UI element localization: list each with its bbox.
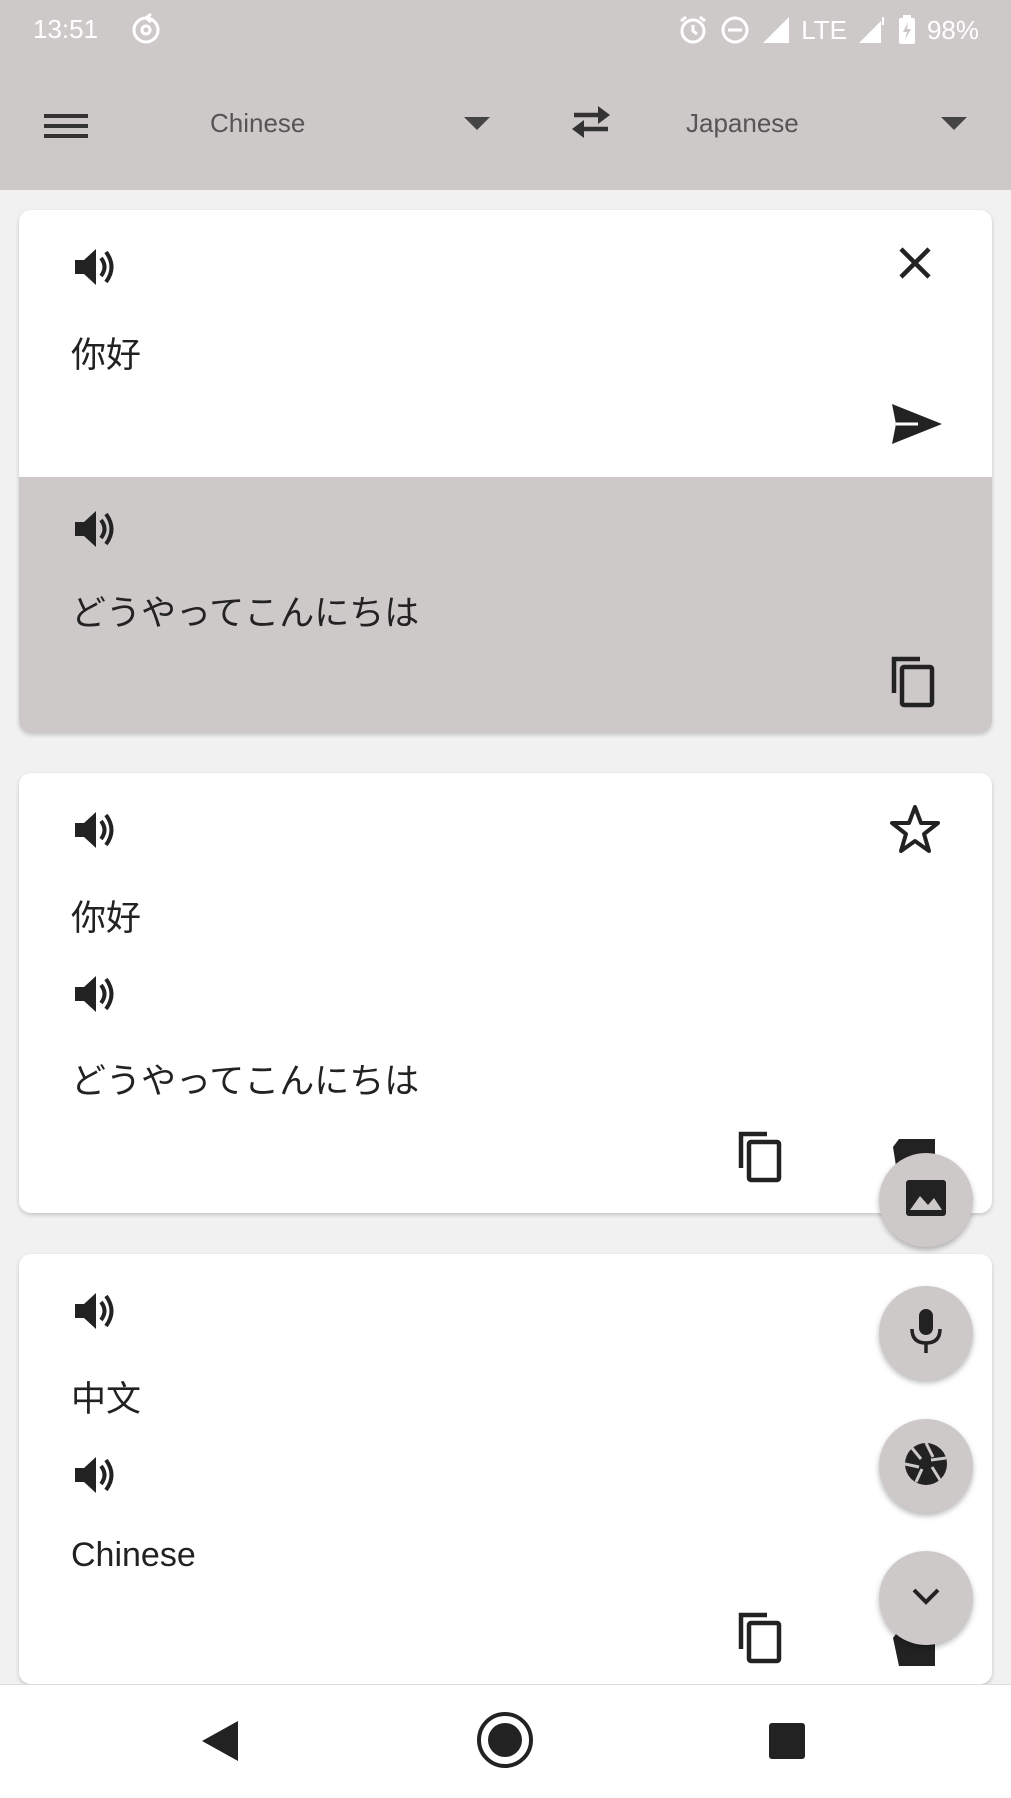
- sync-icon: [128, 11, 164, 47]
- signal-icon: [857, 15, 887, 45]
- do-not-disturb-icon: [719, 14, 751, 46]
- network-type: LTE: [801, 14, 847, 45]
- history-translated-text: どうやってこんにちは: [71, 1062, 420, 1102]
- dropdown-icon[interactable]: [464, 116, 490, 130]
- target-language-select[interactable]: Japanese: [686, 108, 799, 144]
- image-translate-button[interactable]: [879, 1153, 973, 1247]
- star-icon[interactable]: [888, 803, 942, 859]
- recents-icon[interactable]: [767, 1721, 807, 1765]
- chevron-down-icon: [910, 1586, 942, 1610]
- history-card[interactable]: 你好 どうやってこんにちは: [19, 773, 992, 1213]
- back-icon[interactable]: [200, 1719, 240, 1767]
- system-nav-bar: [0, 1684, 1011, 1798]
- mic-icon: [908, 1307, 944, 1359]
- send-icon[interactable]: [888, 400, 944, 452]
- speaker-icon[interactable]: [69, 969, 119, 1023]
- translated-text: どうやってこんにちは: [71, 594, 420, 634]
- status-time: 13:51: [33, 14, 99, 44]
- speaker-icon[interactable]: [69, 242, 119, 296]
- signal-icon: [761, 15, 791, 45]
- history-translated-text: Chinese: [71, 1536, 196, 1574]
- source-language-select[interactable]: Chinese: [210, 108, 305, 144]
- status-bar: 13:51 LTE 98%: [0, 0, 1011, 62]
- copy-icon[interactable]: [888, 653, 940, 713]
- copy-icon[interactable]: [735, 1128, 787, 1188]
- home-icon[interactable]: [476, 1711, 534, 1773]
- battery-level: 98%: [926, 14, 979, 45]
- speaker-icon[interactable]: [69, 805, 119, 859]
- language-toolbar: Chinese Japanese: [0, 62, 1011, 190]
- menu-icon[interactable]: [38, 104, 94, 148]
- dropdown-icon[interactable]: [941, 116, 967, 130]
- camera-translate-button[interactable]: [879, 1419, 973, 1513]
- alarm-icon: [677, 14, 709, 46]
- speaker-icon[interactable]: [69, 1450, 119, 1504]
- history-source-text: 你好: [71, 899, 142, 939]
- status-icons: LTE 98%: [677, 14, 979, 46]
- speaker-icon[interactable]: [69, 504, 119, 558]
- translation-panel: どうやってこんにちは: [19, 477, 992, 733]
- input-card: 你好 どうやってこんにちは: [19, 210, 992, 733]
- speaker-icon[interactable]: [69, 1286, 119, 1340]
- copy-icon[interactable]: [735, 1609, 787, 1669]
- close-icon[interactable]: [894, 242, 936, 288]
- camera-icon: [902, 1440, 950, 1492]
- image-icon: [904, 1178, 948, 1222]
- history-card[interactable]: 中文 Chinese: [19, 1254, 992, 1684]
- voice-input-button[interactable]: [879, 1286, 973, 1380]
- battery-charging-icon: [897, 14, 917, 46]
- history-source-text: 中文: [71, 1380, 142, 1420]
- source-text-input[interactable]: 你好: [71, 327, 141, 378]
- swap-icon[interactable]: [566, 98, 616, 144]
- collapse-button[interactable]: [879, 1551, 973, 1645]
